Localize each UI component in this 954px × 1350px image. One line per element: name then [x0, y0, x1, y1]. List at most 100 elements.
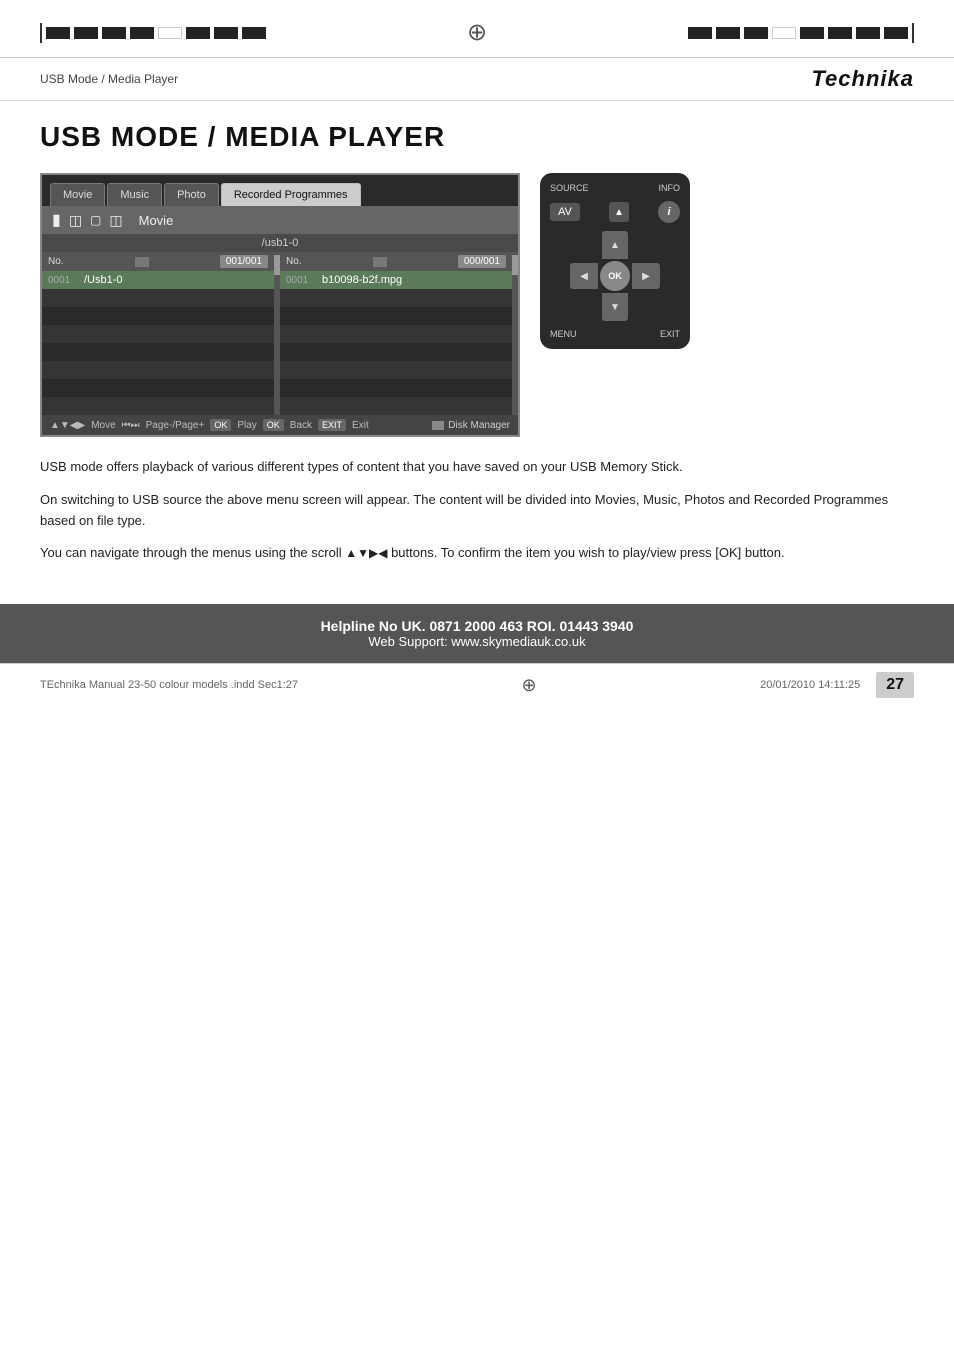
right-panel-folder-icon — [373, 257, 387, 267]
right-panel-header: No. 000/001 — [280, 252, 512, 271]
tab-music[interactable]: Music — [107, 183, 162, 206]
dpad-left-button[interactable]: ◀ — [570, 263, 598, 289]
ok2-btn[interactable]: OK — [263, 419, 284, 431]
exit2-label: Exit — [352, 420, 369, 431]
source-label: SOURCE — [550, 183, 589, 193]
tv-title-text: Movie — [139, 213, 174, 228]
file-browser-wrapper: No. 001/001 0001 /Usb1-0 — [42, 252, 518, 415]
scrollbar-thumb — [274, 255, 280, 275]
description-section: USB mode offers playback of various diff… — [40, 457, 914, 564]
left-item-1-num: 0001 — [48, 275, 78, 286]
right-scrollbar-thumb — [512, 255, 518, 275]
top-print-marks: ⊕ — [0, 0, 954, 58]
right-file-item-5[interactable] — [280, 343, 512, 361]
description-para3: You can navigate through the menus using… — [40, 543, 914, 564]
right-item-1-name: b10098-b2f.mpg — [322, 274, 506, 286]
left-file-item-7[interactable] — [42, 379, 274, 397]
back-label: Back — [290, 420, 312, 431]
left-file-item-3[interactable] — [42, 307, 274, 325]
info-symbol: i — [667, 206, 670, 218]
bottom-bar: TEchnika Manual 23-50 colour models .ind… — [0, 663, 954, 706]
remote-av-row: AV ▲ i — [550, 201, 680, 223]
folder-icon-2: ◫ — [69, 212, 82, 229]
right-panel-label: No. — [286, 256, 302, 267]
right-file-item-1[interactable]: 0001 b10098-b2f.mpg — [280, 271, 512, 289]
left-panel-scrollbar — [274, 252, 280, 415]
left-panel-header: No. 001/001 — [42, 252, 274, 271]
left-file-list: 0001 /Usb1-0 — [42, 271, 274, 415]
disk-manager: Disk Manager — [432, 420, 510, 431]
left-file-item-5[interactable] — [42, 343, 274, 361]
tv-content: ▮ ◫ ▢ ◫ Movie /usb1-0 No. — [42, 206, 518, 435]
right-file-item-3[interactable] — [280, 307, 512, 325]
tv-bottom-bar: ▲▼◀▶ Move ⏮⏭ Page-/Page+ OK Play OK Back… — [42, 415, 518, 435]
exit-btn[interactable]: EXIT — [318, 419, 346, 431]
description-para2: On switching to USB source the above men… — [40, 490, 914, 532]
right-file-item-2[interactable] — [280, 289, 512, 307]
tab-movie[interactable]: Movie — [50, 183, 105, 206]
bottom-right-text: 20/01/2010 14:11:25 — [760, 679, 860, 691]
tab-recorded-programmes[interactable]: Recorded Programmes — [221, 183, 361, 206]
play-label: Play — [237, 420, 256, 431]
remote-bottom-labels: MENU EXIT — [550, 329, 680, 339]
dpad-right-button[interactable]: ▶ — [632, 263, 660, 289]
right-file-panel: No. 000/001 0001 b10098-b2f.mpg — [280, 252, 512, 415]
right-item-1-num: 0001 — [286, 275, 316, 286]
desc-para3-prefix: You can navigate through the menus using… — [40, 545, 345, 560]
dpad-down-button[interactable]: ▼ — [602, 293, 628, 321]
left-file-item-8[interactable] — [42, 397, 274, 415]
info-label: INFO — [659, 183, 681, 193]
main-content: USB MODE / MEDIA PLAYER Movie Music Phot… — [0, 101, 954, 604]
remote-control: SOURCE INFO AV ▲ i ▲ ◀ OK ▶ ▼ MENU EXIT — [540, 173, 690, 349]
remote-up-btn[interactable]: ▲ — [609, 202, 629, 222]
tv-screen: Movie Music Photo Recorded Programmes ▮ … — [40, 173, 520, 437]
header: USB Mode / Media Player Technika — [0, 58, 954, 101]
ok-btn[interactable]: OK — [210, 419, 231, 431]
page-title: USB MODE / MEDIA PLAYER — [40, 121, 914, 153]
right-print-marks — [688, 23, 914, 43]
left-file-item-2[interactable] — [42, 289, 274, 307]
info-button[interactable]: i — [658, 201, 680, 223]
remote-top-labels: SOURCE INFO — [550, 183, 680, 193]
left-panel-counter: 001/001 — [220, 255, 268, 268]
move-label: Move — [91, 420, 115, 431]
right-file-item-7[interactable] — [280, 379, 512, 397]
screenshot-area: Movie Music Photo Recorded Programmes ▮ … — [40, 173, 914, 437]
bottom-right: 20/01/2010 14:11:25 27 — [760, 672, 914, 698]
right-file-item-4[interactable] — [280, 325, 512, 343]
file-browser: No. 001/001 0001 /Usb1-0 — [42, 252, 518, 415]
av-button[interactable]: AV — [550, 203, 580, 221]
left-file-item-1[interactable]: 0001 /Usb1-0 — [42, 271, 274, 289]
left-item-1-name: /Usb1-0 — [84, 274, 268, 286]
folder-icon-1: ▮ — [52, 210, 61, 230]
left-file-item-4[interactable] — [42, 325, 274, 343]
description-para1: USB mode offers playback of various diff… — [40, 457, 914, 478]
menu-label: MENU — [550, 329, 577, 339]
left-file-panel: No. 001/001 0001 /Usb1-0 — [42, 252, 274, 415]
right-panel-scrollbar — [512, 252, 518, 415]
remote-dpad: ▲ ◀ OK ▶ ▼ — [570, 231, 660, 321]
right-file-item-6[interactable] — [280, 361, 512, 379]
footer: Helpline No UK. 0871 2000 463 ROI. 01443… — [0, 604, 954, 663]
folder-icon-4: ◫ — [109, 212, 122, 229]
page-label: Page-/Page+ — [146, 420, 205, 431]
dpad-up-button[interactable]: ▲ — [602, 231, 628, 259]
left-panel-folder-icon — [135, 257, 149, 267]
tab-photo[interactable]: Photo — [164, 183, 219, 206]
brand-logo: Technika — [811, 66, 914, 92]
skip-icon: ⏮⏭ — [122, 420, 140, 431]
top-center-crosshair: ⊕ — [266, 18, 688, 47]
nav-arrows: ▲▼▶◀ — [345, 546, 387, 560]
tab-menu: Movie Music Photo Recorded Programmes — [42, 175, 518, 206]
ok-center-button[interactable]: OK — [600, 261, 630, 291]
bottom-left-text: TEchnika Manual 23-50 colour models .ind… — [40, 679, 298, 691]
right-file-item-8[interactable] — [280, 397, 512, 415]
desc-para3-suffix: buttons. To confirm the item you wish to… — [387, 545, 784, 560]
web-support-text: Web Support: www.skymediauk.co.uk — [20, 634, 934, 649]
header-subtitle: USB Mode / Media Player — [40, 72, 178, 86]
page-number: 27 — [876, 672, 914, 698]
left-file-item-6[interactable] — [42, 361, 274, 379]
helpline-text: Helpline No UK. 0871 2000 463 ROI. 01443… — [20, 618, 934, 634]
left-print-marks — [40, 23, 266, 43]
tv-path-bar: /usb1-0 — [42, 234, 518, 252]
